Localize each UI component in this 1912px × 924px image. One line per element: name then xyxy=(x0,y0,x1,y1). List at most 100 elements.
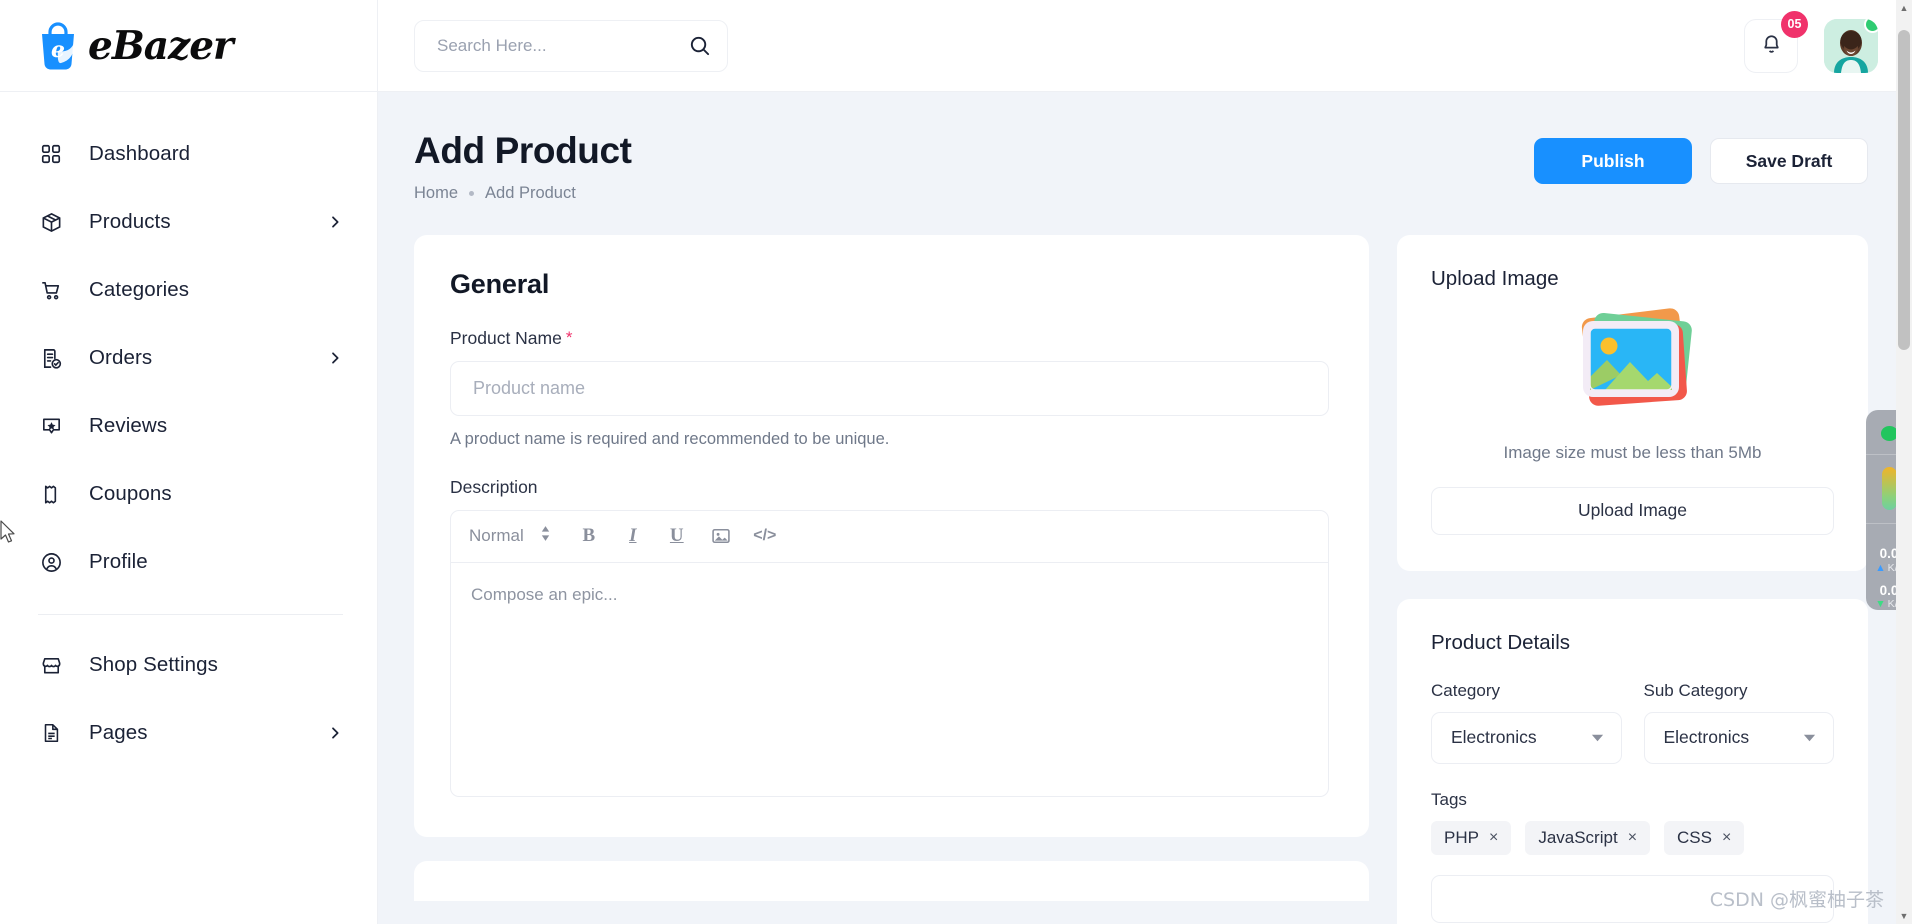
description-label: Description xyxy=(450,476,538,497)
network-status-dot xyxy=(1880,426,1898,441)
sidebar-item-dashboard[interactable]: Dashboard xyxy=(0,120,377,188)
remove-tag-icon[interactable]: × xyxy=(1628,829,1637,847)
store-icon xyxy=(38,652,64,678)
page-scrollbar[interactable]: ▲ ▼ xyxy=(1896,0,1912,924)
scroll-down-arrow[interactable]: ▼ xyxy=(1900,908,1909,924)
general-card: General Product Name * A product name is… xyxy=(414,234,1369,837)
sidebar-item-profile[interactable]: Profile xyxy=(0,528,377,596)
bold-button[interactable]: B xyxy=(567,516,611,556)
sidebar-item-categories[interactable]: Categories xyxy=(0,256,377,324)
code-button[interactable]: </> xyxy=(743,516,787,556)
sub-category-select[interactable]: Electronics xyxy=(1643,711,1834,764)
right-column: Upload Image Image size must be less tha… xyxy=(1397,234,1868,924)
sidebar-item-orders[interactable]: Orders xyxy=(0,324,377,392)
tag-chip[interactable]: JavaScript × xyxy=(1525,820,1651,855)
content-columns: General Product Name * A product name is… xyxy=(414,234,1868,924)
image-icon[interactable] xyxy=(699,516,743,556)
upload-image-title: Upload Image xyxy=(1431,266,1559,290)
remove-tag-icon[interactable]: × xyxy=(1722,829,1731,847)
sidebar-item-label: Coupons xyxy=(89,482,172,505)
breadcrumb-separator-dot xyxy=(469,190,475,196)
notifications-button[interactable]: 05 xyxy=(1744,10,1808,73)
required-marker: * xyxy=(565,328,573,348)
tag-label: CSS xyxy=(1677,827,1712,847)
chevron-down-icon xyxy=(1802,730,1817,745)
scrollbar-track[interactable] xyxy=(1896,16,1912,908)
box-icon xyxy=(38,209,64,235)
sidebar-item-label: Dashboard xyxy=(89,142,191,165)
description-editor: Normal B I U </> Compose an epic... xyxy=(450,509,1329,797)
sidebar-item-pages[interactable]: Pages xyxy=(0,699,377,767)
avatar[interactable] xyxy=(1824,18,1878,73)
scroll-up-arrow[interactable]: ▲ xyxy=(1900,0,1909,16)
sidebar-item-shop-settings[interactable]: Shop Settings xyxy=(0,631,377,699)
description-textarea[interactable]: Compose an epic... xyxy=(451,563,1328,796)
sidebar: e eBazer Dashboard Products Categories O… xyxy=(0,0,378,924)
search-icon[interactable] xyxy=(688,34,711,57)
online-status-indicator xyxy=(1864,18,1878,33)
chevron-right-icon xyxy=(327,350,343,366)
breadcrumb: Home Add Product xyxy=(414,184,632,203)
order-check-icon xyxy=(38,345,64,371)
sub-category-field: Sub Category Electronics xyxy=(1643,681,1834,764)
general-title: General xyxy=(450,268,550,299)
upload-image-card: Upload Image Image size must be less tha… xyxy=(1397,234,1868,571)
shopping-bag-logo-icon: e xyxy=(34,21,82,71)
editor-toolbar: Normal B I U </> xyxy=(451,511,1328,563)
category-select-value: Electronics xyxy=(1451,727,1537,748)
bell-icon xyxy=(1759,31,1784,61)
star-badge-icon xyxy=(38,413,64,439)
tag-label: PHP xyxy=(1444,827,1479,847)
page-heading-group: Add Product Home Add Product xyxy=(414,130,632,203)
notification-count-badge: 05 xyxy=(1781,10,1808,38)
topbar-right: 05 xyxy=(1744,10,1878,73)
description-placeholder: Compose an epic... xyxy=(471,584,618,604)
sidebar-nav: Dashboard Products Categories Orders Rev… xyxy=(0,92,377,767)
tag-chip[interactable]: CSS × xyxy=(1664,820,1745,855)
page-content: Add Product Home Add Product Publish Sav… xyxy=(378,92,1912,924)
brand-logo[interactable]: e eBazer xyxy=(0,0,377,92)
product-name-input[interactable] xyxy=(450,360,1329,416)
sidebar-item-label: Shop Settings xyxy=(89,653,218,676)
underline-button[interactable]: U xyxy=(655,516,699,556)
search-input[interactable] xyxy=(437,35,688,56)
sidebar-item-coupons[interactable]: Coupons xyxy=(0,460,377,528)
watermark: CSDN @枫蜜柚子茶 xyxy=(1709,889,1884,911)
category-select[interactable]: Electronics xyxy=(1431,711,1622,764)
brand-name: eBazer xyxy=(88,22,234,69)
sidebar-item-products[interactable]: Products xyxy=(0,188,377,256)
sidebar-item-label: Pages xyxy=(89,721,148,744)
page-header: Add Product Home Add Product Publish Sav… xyxy=(414,130,1868,203)
upload-size-note: Image size must be less than 5Mb xyxy=(1503,442,1762,462)
breadcrumb-home[interactable]: Home xyxy=(414,184,458,203)
scrollbar-thumb[interactable] xyxy=(1898,30,1910,350)
product-name-label-text: Product Name xyxy=(450,327,562,348)
tags-label: Tags xyxy=(1431,789,1467,809)
user-circle-icon xyxy=(38,549,64,575)
category-label: Category xyxy=(1431,680,1500,700)
search-box[interactable] xyxy=(414,19,728,72)
sidebar-item-label: Products xyxy=(89,210,171,233)
sub-category-select-value: Electronics xyxy=(1663,727,1750,748)
sidebar-item-label: Profile xyxy=(89,550,148,573)
topbar: 05 xyxy=(378,0,1912,92)
sidebar-divider xyxy=(38,614,343,615)
publish-button[interactable]: Publish xyxy=(1534,138,1692,184)
page-actions: Publish Save Draft xyxy=(1534,130,1868,184)
upload-image-button[interactable]: Upload Image xyxy=(1431,486,1834,535)
save-draft-button[interactable]: Save Draft xyxy=(1710,138,1868,184)
document-icon xyxy=(38,720,64,746)
italic-button[interactable]: I xyxy=(611,516,655,556)
remove-tag-icon[interactable]: × xyxy=(1489,829,1498,847)
product-details-title: Product Details xyxy=(1431,630,1571,654)
updown-caret-icon xyxy=(540,525,551,547)
arrow-down-icon: ▼ xyxy=(1875,598,1886,610)
format-select[interactable]: Normal xyxy=(469,525,567,547)
svg-text:e: e xyxy=(51,37,65,63)
page-title: Add Product xyxy=(414,130,632,171)
sidebar-item-reviews[interactable]: Reviews xyxy=(0,392,377,460)
chevron-right-icon xyxy=(327,725,343,741)
grid-icon xyxy=(38,141,64,167)
tag-chip[interactable]: PHP × xyxy=(1431,820,1512,855)
format-select-value: Normal xyxy=(469,526,524,546)
